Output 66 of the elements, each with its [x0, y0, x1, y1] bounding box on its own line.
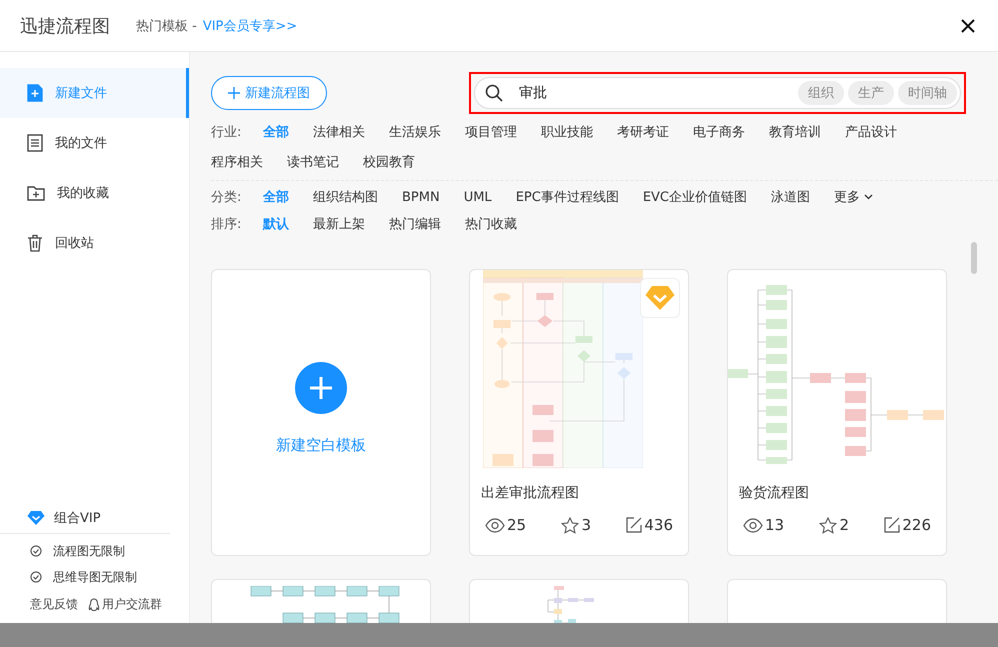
close-icon[interactable]	[961, 18, 975, 32]
penguin-icon	[88, 598, 100, 612]
template-title: 验货流程图	[739, 484, 809, 502]
diamond-icon	[645, 285, 675, 311]
eye-icon	[485, 518, 505, 532]
edit-icon	[884, 517, 900, 533]
vip-label[interactable]: 组合VIP	[54, 509, 101, 527]
star-icon	[561, 516, 580, 534]
filter-option[interactable]: UML	[464, 188, 492, 206]
filter-option[interactable]: 产品设计	[845, 123, 897, 141]
perk-text: 流程图无限制	[53, 542, 125, 560]
template-card[interactable]: 验货流程图 13 2 226	[727, 269, 947, 556]
scrollbar[interactable]	[971, 242, 977, 274]
document-icon	[27, 134, 43, 152]
folder-plus-icon	[27, 185, 45, 201]
perk-text: 思维导图无限制	[53, 568, 137, 586]
add-icon	[295, 362, 347, 414]
footer-link[interactable]: 意见反馈	[30, 596, 78, 613]
filter-option[interactable]: 校园教育	[363, 153, 415, 171]
view-count: 25	[485, 516, 526, 534]
trash-icon	[27, 234, 43, 252]
filter-label: 行业:	[211, 124, 242, 141]
filter-option[interactable]: 组织结构图	[313, 188, 378, 206]
filter-option[interactable]: 程序相关	[211, 153, 263, 171]
template-title: 出差审批流程图	[481, 484, 579, 502]
star-count: 3	[561, 516, 591, 534]
filter-option[interactable]: EPC事件过程线图	[516, 188, 619, 206]
filter-option[interactable]: EVC企业价值链图	[642, 188, 748, 206]
app-title: 迅捷流程图	[20, 14, 110, 38]
filter-option[interactable]: 生活娱乐	[389, 123, 441, 141]
diamond-icon	[27, 510, 45, 526]
filter-option[interactable]: BPMN	[402, 188, 440, 206]
filter-label: 排序:	[211, 216, 242, 233]
filter-option[interactable]: 职业技能	[541, 123, 593, 141]
new-file-icon	[27, 84, 43, 102]
sidebar-item[interactable]: 回收站	[0, 218, 189, 268]
filter-option[interactable]: 法律相关	[313, 123, 365, 141]
filter-option[interactable]: 项目管理	[465, 123, 517, 141]
plus-icon	[228, 87, 240, 99]
check-circle-icon	[30, 571, 42, 583]
edit-count: 226	[884, 516, 931, 534]
filter-option[interactable]: 电子商务	[693, 123, 745, 141]
star-icon	[819, 516, 838, 534]
edit-count: 436	[626, 516, 673, 534]
new-template-label: 新建空白模板	[276, 436, 366, 455]
header-subtitle: 热门模板 -	[136, 18, 197, 34]
filter-option[interactable]: 最新上架	[313, 215, 365, 233]
sidebar-item[interactable]: 我的文件	[0, 118, 189, 168]
view-count: 13	[743, 516, 784, 534]
filter-label: 分类:	[211, 189, 242, 206]
check-circle-icon	[30, 545, 42, 557]
filter-option[interactable]: 更多	[834, 188, 874, 206]
edit-icon	[626, 517, 642, 533]
caret-icon	[864, 194, 874, 200]
filter-option[interactable]: 热门收藏	[465, 215, 517, 233]
filter-option[interactable]: 读书笔记	[287, 153, 339, 171]
filter-option[interactable]: 考研考证	[617, 123, 669, 141]
eye-icon	[743, 518, 763, 532]
star-count: 2	[819, 516, 849, 534]
filter-option[interactable]: 教育培训	[769, 123, 821, 141]
sidebar-item[interactable]: 我的收藏	[0, 168, 189, 218]
filter-option[interactable]: 泳道图	[771, 188, 810, 206]
footer-link[interactable]: 用户交流群	[88, 596, 162, 613]
template-card[interactable]: 出差审批流程图 25 3 436	[469, 269, 689, 556]
search-icon	[485, 84, 503, 102]
filter-option[interactable]: 热门编辑	[389, 215, 441, 233]
